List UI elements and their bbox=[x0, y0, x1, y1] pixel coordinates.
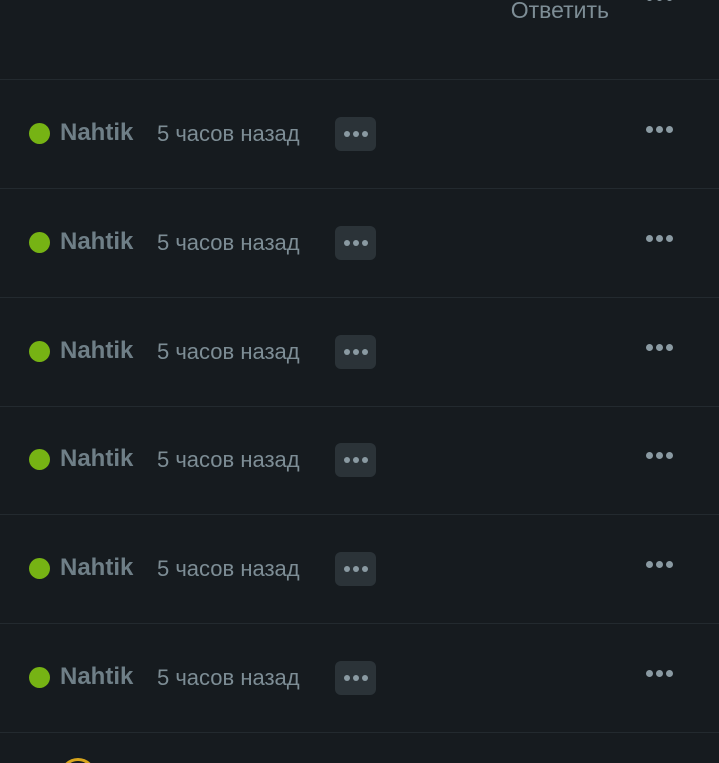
more-horizontal-icon bbox=[646, 126, 673, 133]
comment-time: 5 часов назад bbox=[157, 556, 300, 581]
more-horizontal-icon bbox=[646, 670, 673, 677]
online-status-icon bbox=[29, 123, 50, 144]
comments-page: Ответить Nahtik 5 часов назад Nahtik 5 ч… bbox=[0, 0, 719, 763]
online-status-icon bbox=[29, 449, 50, 470]
more-horizontal-icon bbox=[343, 240, 368, 246]
comment-row: Nahtik 5 часов назад bbox=[0, 80, 719, 189]
comment-more-options-button[interactable] bbox=[646, 235, 673, 242]
comment-row: Nahtik 5 часов назад bbox=[0, 406, 719, 515]
comment-time: 5 часов назад bbox=[157, 230, 300, 255]
more-horizontal-icon bbox=[343, 675, 368, 681]
expand-comment-button[interactable] bbox=[335, 117, 376, 151]
expand-comment-button[interactable] bbox=[335, 443, 376, 477]
online-status-icon bbox=[29, 558, 50, 579]
comment-username[interactable]: Nahtik bbox=[60, 662, 133, 692]
more-horizontal-icon bbox=[343, 131, 368, 137]
comment-row: Nahtik 5 часов назад bbox=[0, 624, 719, 733]
comment-more-options-button[interactable] bbox=[646, 670, 673, 677]
comment-username[interactable]: Nahtik bbox=[60, 118, 133, 148]
expand-comment-button[interactable] bbox=[335, 552, 376, 586]
comment-row: Nahtik 5 часов назад bbox=[0, 515, 719, 624]
reply-bar: Ответить bbox=[0, 0, 719, 80]
avatar[interactable] bbox=[60, 758, 96, 763]
expand-comment-button[interactable] bbox=[335, 661, 376, 695]
comment-more-options-button[interactable] bbox=[646, 561, 673, 568]
reply-button[interactable]: Ответить bbox=[511, 0, 609, 24]
more-horizontal-icon bbox=[646, 452, 673, 459]
more-horizontal-icon bbox=[646, 0, 673, 1]
comment-time: 5 часов назад bbox=[157, 665, 300, 690]
comment-time: 5 часов назад bbox=[157, 447, 300, 472]
comment-username[interactable]: Nahtik bbox=[60, 336, 133, 366]
online-status-icon bbox=[29, 232, 50, 253]
comment-username[interactable]: Nahtik bbox=[60, 227, 133, 257]
comment-row: Nahtik 5 часов назад bbox=[0, 189, 719, 298]
online-status-icon bbox=[29, 667, 50, 688]
expand-comment-button[interactable] bbox=[335, 335, 376, 369]
comment-time: 5 часов назад bbox=[157, 121, 300, 146]
more-horizontal-icon bbox=[646, 235, 673, 242]
online-status-icon bbox=[29, 341, 50, 362]
more-horizontal-icon bbox=[343, 349, 368, 355]
more-horizontal-icon bbox=[343, 457, 368, 463]
comment-row: Nahtik 5 часов назад bbox=[0, 298, 719, 407]
comment-more-options-button[interactable] bbox=[646, 344, 673, 351]
comment-time: 5 часов назад bbox=[157, 339, 300, 364]
comment-username[interactable]: Nahtik bbox=[60, 444, 133, 474]
more-horizontal-icon bbox=[343, 566, 368, 572]
more-options-button[interactable] bbox=[646, 0, 673, 1]
more-horizontal-icon bbox=[646, 344, 673, 351]
more-horizontal-icon bbox=[646, 561, 673, 568]
expand-comment-button[interactable] bbox=[335, 226, 376, 260]
comment-username[interactable]: Nahtik bbox=[60, 553, 133, 583]
comment-more-options-button[interactable] bbox=[646, 126, 673, 133]
comment-more-options-button[interactable] bbox=[646, 452, 673, 459]
